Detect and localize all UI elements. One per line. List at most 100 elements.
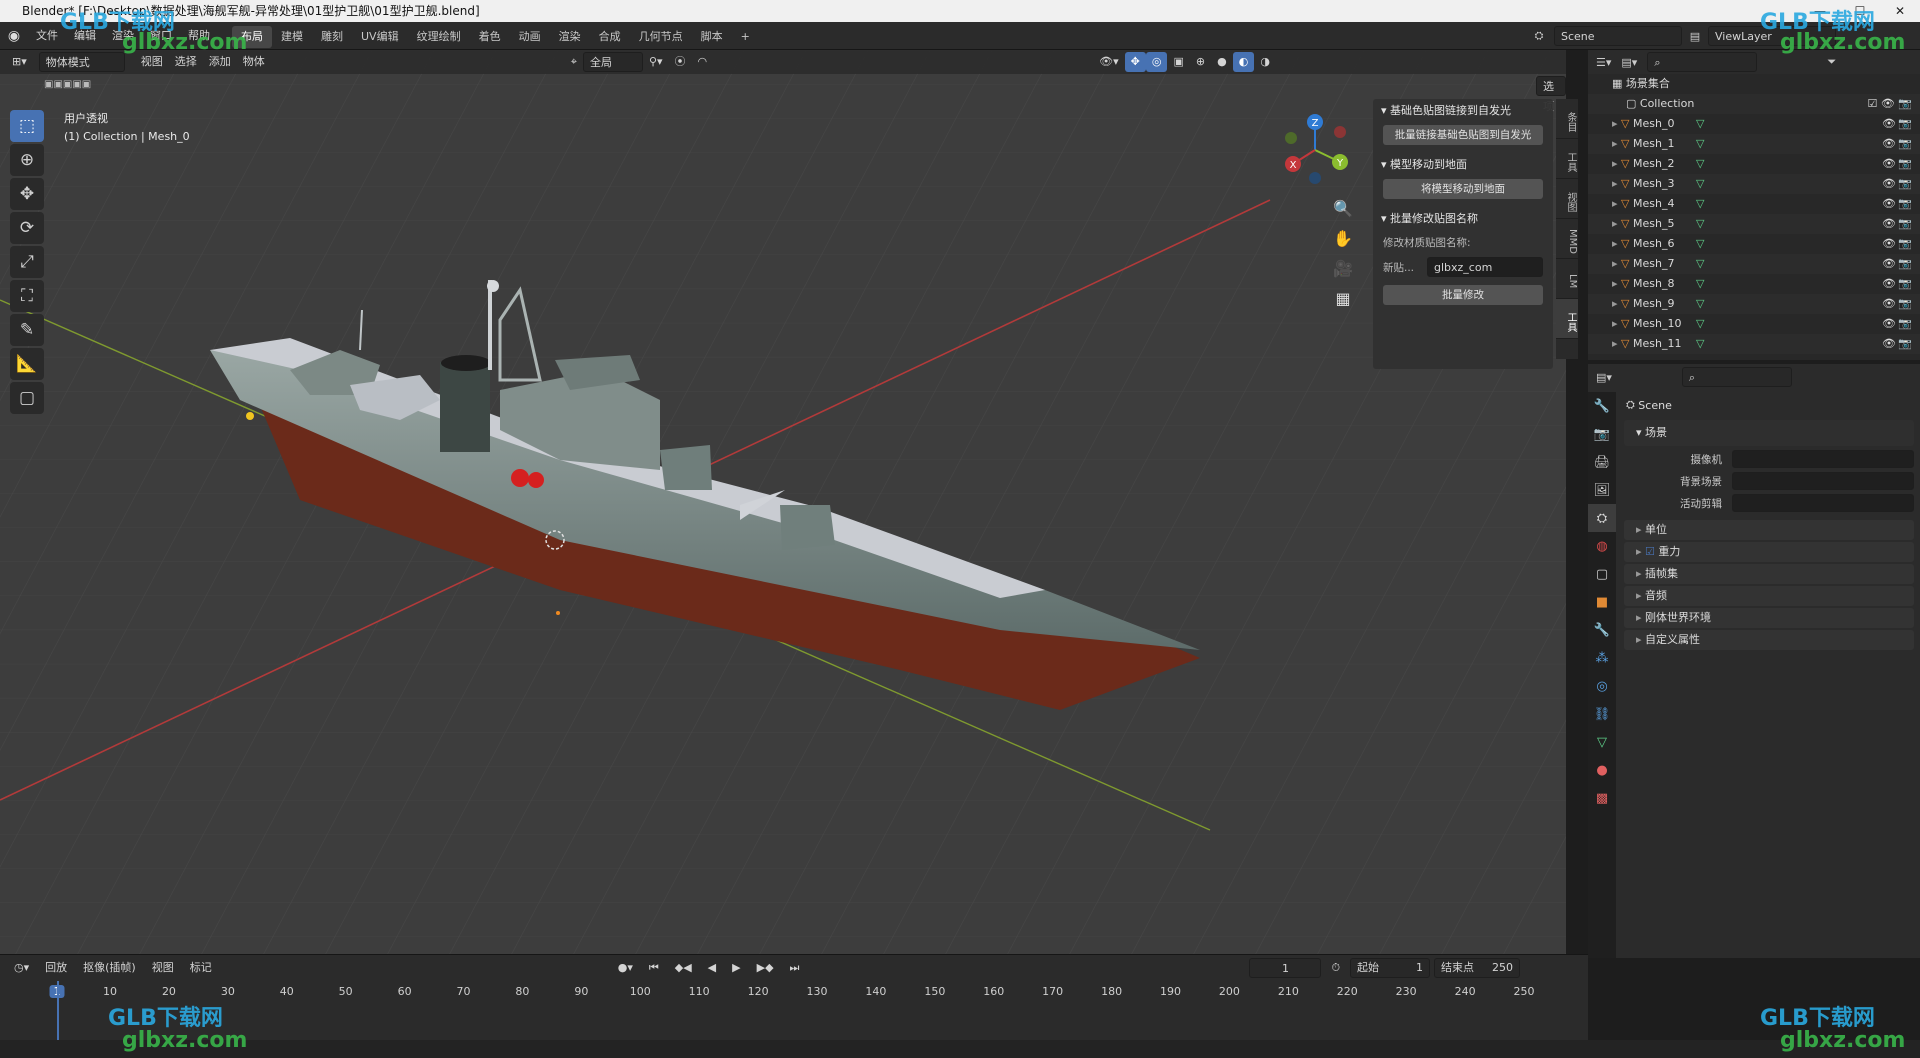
- scene-collection-row[interactable]: ▦ 场景集合: [1588, 74, 1920, 94]
- pivot-icon[interactable]: ⚲▾: [643, 52, 669, 72]
- snap-icon[interactable]: ⦿: [669, 52, 692, 72]
- overlay-toggle-icon[interactable]: ◎: [1145, 52, 1168, 72]
- outliner-item[interactable]: ▸ ▽ Mesh_7 ▽ 👁 📷: [1588, 254, 1920, 274]
- outliner-item[interactable]: ▸ ▽ Mesh_10 ▽ 👁 📷: [1588, 314, 1920, 334]
- shading-material-icon[interactable]: ◐: [1232, 52, 1255, 72]
- section-emission-link[interactable]: ▾ 基础色贴图链接到自发光: [1373, 99, 1553, 123]
- transform-orientation[interactable]: 全局: [582, 52, 643, 72]
- scale-tool[interactable]: ⤢: [10, 246, 44, 278]
- expand-icon[interactable]: ▸: [1612, 117, 1618, 130]
- particles-icon[interactable]: ⁂: [1588, 644, 1616, 672]
- modifier-properties-icon[interactable]: 🔧: [1588, 616, 1616, 644]
- expand-icon[interactable]: ▸: [1612, 297, 1618, 310]
- output-properties-icon[interactable]: 🖨: [1588, 448, 1616, 476]
- properties-search-icon[interactable]: ⌕: [1681, 367, 1792, 387]
- options-button[interactable]: 选项: [1536, 76, 1566, 113]
- outliner-item[interactable]: ▸ ▽ Mesh_1 ▽ 👁 📷: [1588, 134, 1920, 154]
- properties-section[interactable]: ▸ 刚体世界环境: [1624, 608, 1914, 628]
- visibility-icon[interactable]: 👁: [1882, 274, 1896, 294]
- xray-icon[interactable]: ▣: [1167, 52, 1189, 72]
- light-icon[interactable]: [246, 412, 254, 420]
- texture-properties-icon[interactable]: ▩: [1588, 784, 1616, 812]
- outliner-item[interactable]: ▸ ▽ Mesh_5 ▽ 👁 📷: [1588, 214, 1920, 234]
- blender-logo-icon[interactable]: ◉: [0, 28, 28, 44]
- batch-link-emission-button[interactable]: 批量链接基础色贴图到自发光: [1383, 125, 1543, 145]
- properties-section[interactable]: ▸ 音频: [1624, 586, 1914, 606]
- visibility-icon[interactable]: 👁: [1882, 174, 1896, 194]
- collection-properties-icon[interactable]: ▢: [1588, 560, 1616, 588]
- properties-section[interactable]: ▸ ☑ 重力: [1624, 542, 1914, 562]
- scene-field-input[interactable]: [1732, 494, 1914, 512]
- properties-section[interactable]: ▸ 插帧集: [1624, 564, 1914, 584]
- properties-section[interactable]: ▸ 单位: [1624, 520, 1914, 540]
- outliner-item[interactable]: ▸ ▽ Mesh_0 ▽ 👁 📷: [1588, 114, 1920, 134]
- selection-mode-icons[interactable]: ▣▣▣▣▣: [44, 76, 91, 92]
- outliner-editor-icon[interactable]: ☰▾: [1596, 56, 1611, 69]
- filter-icon[interactable]: ⏷: [1827, 55, 1836, 69]
- orientation-icon[interactable]: ⌖: [565, 52, 583, 72]
- world-properties-icon[interactable]: ◍: [1588, 532, 1616, 560]
- outliner-item[interactable]: ▸ ▽ Mesh_3 ▽ 👁 📷: [1588, 174, 1920, 194]
- render-visibility-icon[interactable]: 📷: [1898, 194, 1912, 214]
- outliner-search-icon[interactable]: ⌕: [1647, 52, 1758, 72]
- pan-hand-icon[interactable]: ✋: [1328, 224, 1358, 254]
- visibility-icon[interactable]: 👁: [1882, 134, 1896, 154]
- tab-rendering[interactable]: 渲染: [550, 26, 590, 48]
- tab-shading[interactable]: 着色: [470, 26, 510, 48]
- gizmo-toggle-icon[interactable]: ✥: [1124, 52, 1146, 72]
- visibility-icon[interactable]: 👁: [1882, 114, 1896, 134]
- properties-editor-icon[interactable]: ▤▾: [1596, 371, 1612, 384]
- visibility-icon[interactable]: 👁: [1882, 334, 1896, 354]
- render-visibility-icon[interactable]: 📷: [1898, 254, 1912, 274]
- move-tool[interactable]: ✥: [10, 178, 44, 210]
- expand-icon[interactable]: ▸: [1612, 157, 1618, 170]
- tab-sculpting[interactable]: 雕刻: [312, 26, 352, 48]
- viewport-menu-object[interactable]: 物体: [237, 52, 271, 72]
- render-visibility-icon[interactable]: 📷: [1898, 174, 1912, 194]
- expand-icon[interactable]: ▸: [1612, 337, 1618, 350]
- shading-solid-icon[interactable]: ●: [1211, 52, 1233, 72]
- scene-selector[interactable]: Scene: [1554, 26, 1682, 46]
- scene-icon[interactable]: ⛭: [1524, 29, 1554, 43]
- scene-field-input[interactable]: [1732, 472, 1914, 490]
- tab-tool-2[interactable]: 工具: [1556, 299, 1578, 339]
- measure-tool[interactable]: 📐: [10, 348, 44, 380]
- visibility-icon[interactable]: 👁: [1882, 294, 1896, 314]
- expand-icon[interactable]: ▸: [1612, 257, 1618, 270]
- tab-compositing[interactable]: 合成: [590, 26, 630, 48]
- visibility-icon[interactable]: 👁: [1882, 194, 1896, 214]
- shading-wire-icon[interactable]: ⊕: [1190, 52, 1211, 72]
- playhead[interactable]: [57, 981, 59, 1041]
- select-box-tool[interactable]: ⬚: [10, 110, 44, 142]
- move-to-ground-button[interactable]: 将模型移动到地面: [1383, 179, 1543, 199]
- frame-ruler[interactable]: 1102030405060708090100110120130140150160…: [0, 955, 1588, 1035]
- outliner-item[interactable]: ▸ ▽ Mesh_8 ▽ 👁 📷: [1588, 274, 1920, 294]
- tab-geometry-nodes[interactable]: 几何节点: [630, 26, 692, 48]
- camera-view-icon[interactable]: 🎥: [1328, 254, 1358, 284]
- physics-icon[interactable]: ◎: [1588, 672, 1616, 700]
- tab-lm[interactable]: LM: [1556, 259, 1578, 299]
- outliner-item[interactable]: ▸ ▽ Mesh_9 ▽ 👁 📷: [1588, 294, 1920, 314]
- visibility-icon[interactable]: 👁: [1882, 314, 1896, 334]
- outliner-item[interactable]: ▸ ▽ Mesh_11 ▽ 👁 📷: [1588, 334, 1920, 354]
- tab-uv-editing[interactable]: UV编辑: [352, 26, 408, 48]
- render-visibility-icon[interactable]: 📷: [1898, 154, 1912, 174]
- new-name-input[interactable]: glbxz_com: [1427, 257, 1543, 277]
- visibility-icon[interactable]: 👁: [1882, 234, 1896, 254]
- zoom-icon[interactable]: 🔍: [1328, 194, 1358, 224]
- render-visibility-icon[interactable]: 📷: [1898, 114, 1912, 134]
- tool-properties-icon[interactable]: 🔧: [1588, 392, 1616, 420]
- scene-field-input[interactable]: [1732, 450, 1914, 468]
- expand-icon[interactable]: ▸: [1612, 317, 1618, 330]
- visibility-icon[interactable]: 👁: [1882, 214, 1896, 234]
- section-scene[interactable]: ▾ 场景: [1624, 420, 1914, 446]
- 3d-viewport[interactable]: ⊞▾ 物体模式 视图 选择 添加 物体 ⌖ 全局 ⚲▾ ⦿ ◠ 👁▾ ✥ ◎ ▣…: [0, 50, 1566, 954]
- batch-rename-button[interactable]: 批量修改: [1383, 285, 1543, 305]
- collection-visibility-icon[interactable]: ☑ 👁 📷: [1867, 94, 1912, 114]
- tab-texture-paint[interactable]: 纹理绘制: [408, 26, 470, 48]
- expand-icon[interactable]: ▸: [1612, 137, 1618, 150]
- editor-type-icon[interactable]: ⊞▾: [6, 52, 33, 72]
- tab-item[interactable]: 条目: [1556, 99, 1578, 139]
- expand-icon[interactable]: ▸: [1612, 177, 1618, 190]
- display-mode-icon[interactable]: ▤▾: [1621, 56, 1637, 69]
